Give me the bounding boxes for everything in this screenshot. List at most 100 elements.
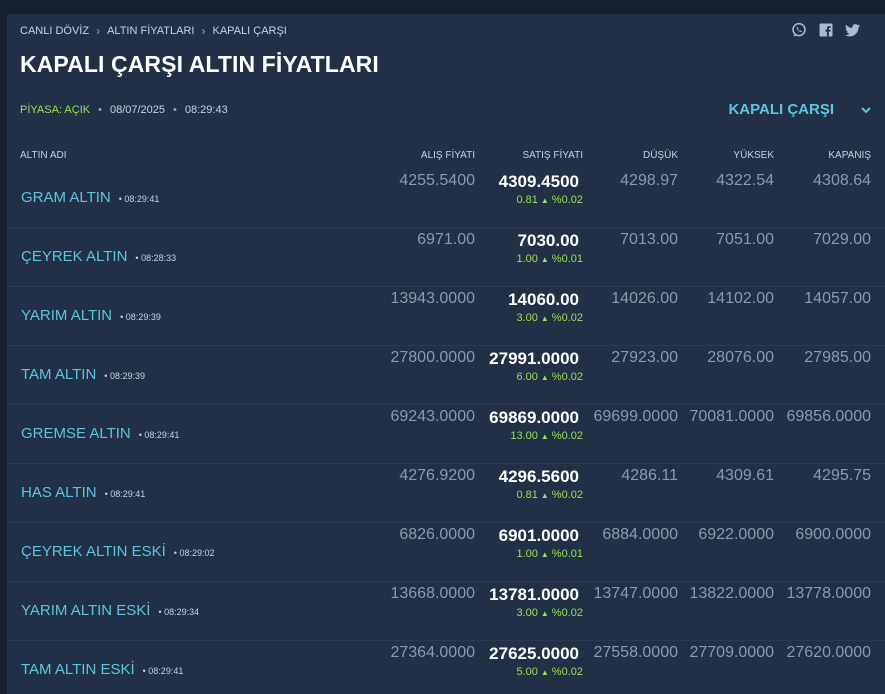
high-price: 14102.00: [707, 290, 774, 307]
update-time: • 08:28:33: [135, 253, 177, 263]
table-row[interactable]: YARIM ALTIN ESKİ • 08:29:34 13668.0000 1…: [7, 582, 885, 641]
arrow-up-icon: ▲: [540, 196, 549, 205]
price-change: 1.00 ▲ %0.01: [516, 253, 583, 265]
change-percent: %0.02: [551, 607, 583, 619]
column-header-low: DÜŞÜK: [642, 150, 678, 161]
change-percent: %0.01: [551, 548, 583, 560]
high-price: 28076.00: [707, 349, 774, 366]
change-value: 3.00: [516, 312, 538, 324]
update-time-value: 08:29:41: [148, 666, 184, 676]
gold-name: YARIM ALTIN ESKİ: [21, 602, 151, 619]
change-percent: %0.02: [551, 312, 583, 324]
high-price: 6922.0000: [698, 526, 774, 543]
gold-name-link[interactable]: ÇEYREK ALTIN • 08:28:33: [21, 248, 176, 265]
arrow-up-icon: ▲: [540, 491, 549, 500]
change-value: 0.81: [516, 194, 538, 206]
table-row[interactable]: TAM ALTIN ESKİ • 08:29:41 27364.0000 276…: [7, 641, 885, 694]
market-select-value: KAPALI ÇARŞI: [728, 101, 834, 118]
sell-price: 7030.00: [517, 231, 579, 250]
arrow-up-icon: ▲: [540, 432, 549, 441]
price-change: 0.81 ▲ %0.02: [516, 194, 583, 206]
high-price: 4309.61: [716, 467, 774, 484]
price-change: 1.00 ▲ %0.01: [516, 548, 583, 560]
sell-price: 27991.0000: [489, 349, 579, 368]
table-row[interactable]: ÇEYREK ALTIN ESKİ • 08:29:02 6826.0000 6…: [7, 523, 885, 582]
change-value: 1.00: [516, 253, 538, 265]
status-time: 08:29:43: [184, 104, 228, 116]
table-row[interactable]: TAM ALTIN • 08:29:39 27800.0000 27991.00…: [7, 346, 885, 405]
price-change: 13.00 ▲ %0.02: [510, 430, 583, 442]
update-time-value: 08:29:39: [109, 371, 145, 381]
change-value: 13.00: [510, 430, 538, 442]
gold-name: YARIM ALTIN: [21, 307, 113, 324]
update-time: • 08:29:02: [173, 548, 215, 558]
breadcrumb: CANLI DÖVİZ › ALTIN FİYATLARI › KAPALI Ç…: [20, 24, 287, 38]
buy-price: 13943.0000: [390, 290, 475, 307]
update-time: • 08:29:39: [104, 371, 145, 381]
gold-name-link[interactable]: GRAM ALTIN • 08:29:41: [21, 189, 159, 206]
update-time-value: 08:29:02: [179, 548, 215, 558]
arrow-up-icon: ▲: [540, 314, 549, 323]
gold-name-link[interactable]: ÇEYREK ALTIN ESKİ • 08:29:02: [21, 543, 214, 560]
buy-price: 69243.0000: [390, 408, 475, 425]
high-price: 27709.0000: [689, 644, 774, 661]
close-price: 69856.0000: [786, 408, 871, 425]
gold-price-table: GRAM ALTIN • 08:29:41 4255.5400 4309.450…: [7, 169, 885, 694]
chevron-down-icon: [861, 106, 871, 113]
sell-price: 69869.0000: [489, 408, 579, 427]
sell-price: 14060.00: [508, 290, 579, 309]
low-price: 69699.0000: [593, 408, 678, 425]
facebook-icon[interactable]: [818, 22, 834, 38]
twitter-icon[interactable]: [845, 22, 861, 38]
gold-name-link[interactable]: GREMSE ALTIN • 08:29:41: [21, 425, 179, 442]
change-percent: %0.02: [551, 489, 583, 501]
gold-name: ÇEYREK ALTIN ESKİ: [21, 543, 166, 560]
breadcrumb-item-gold-prices[interactable]: ALTIN FİYATLARI: [107, 25, 194, 37]
change-percent: %0.02: [551, 194, 583, 206]
price-change: 5.00 ▲ %0.02: [516, 666, 583, 678]
update-time: • 08:29:41: [104, 489, 146, 499]
gold-name-link[interactable]: HAS ALTIN • 08:29:41: [21, 484, 145, 501]
gold-name-link[interactable]: TAM ALTIN • 08:29:39: [21, 366, 145, 383]
whatsapp-icon[interactable]: [791, 22, 807, 38]
price-change: 6.00 ▲ %0.02: [516, 371, 583, 383]
buy-price: 13668.0000: [390, 585, 475, 602]
buy-price: 27364.0000: [390, 644, 475, 661]
gold-name-link[interactable]: YARIM ALTIN ESKİ • 08:29:34: [21, 602, 199, 619]
share-buttons: [791, 22, 861, 38]
high-price: 4322.54: [716, 172, 774, 189]
close-price: 13778.0000: [786, 585, 871, 602]
table-row[interactable]: YARIM ALTIN • 08:29:39 13943.0000 14060.…: [7, 287, 885, 346]
update-time-value: 08:29:41: [144, 430, 180, 440]
close-price: 6900.0000: [795, 526, 871, 543]
low-price: 13747.0000: [593, 585, 678, 602]
gold-name-link[interactable]: TAM ALTIN ESKİ • 08:29:41: [21, 661, 183, 678]
update-time: • 08:29:41: [138, 430, 180, 440]
arrow-up-icon: ▲: [540, 373, 549, 382]
low-price: 27923.00: [611, 349, 678, 366]
sell-price: 4309.4500: [498, 172, 579, 191]
low-price: 7013.00: [620, 231, 678, 248]
table-row[interactable]: GREMSE ALTIN • 08:29:41 69243.0000 69869…: [7, 405, 885, 464]
change-value: 6.00: [516, 371, 538, 383]
market-select-dropdown[interactable]: KAPALI ÇARŞI: [728, 101, 872, 118]
buy-price: 6971.00: [417, 231, 475, 248]
update-time-value: 08:29:39: [125, 312, 161, 322]
market-open-status: PİYASA: AÇIK: [20, 104, 91, 116]
table-row[interactable]: HAS ALTIN • 08:29:41 4276.9200 4296.5600…: [7, 464, 885, 523]
gold-name: GRAM ALTIN: [21, 189, 111, 206]
arrow-up-icon: ▲: [540, 255, 549, 264]
change-value: 5.00: [516, 666, 538, 678]
table-row[interactable]: ÇEYREK ALTIN • 08:28:33 6971.00 7030.00 …: [7, 228, 885, 287]
change-value: 3.00: [516, 607, 538, 619]
breadcrumb-item-live-currency[interactable]: CANLI DÖVİZ: [20, 25, 89, 37]
close-price: 7029.00: [813, 231, 871, 248]
update-time-value: 08:28:33: [141, 253, 177, 263]
gold-name-link[interactable]: YARIM ALTIN • 08:29:39: [21, 307, 161, 324]
price-change: 3.00 ▲ %0.02: [516, 607, 583, 619]
table-row[interactable]: GRAM ALTIN • 08:29:41 4255.5400 4309.450…: [7, 169, 885, 228]
arrow-up-icon: ▲: [540, 609, 549, 618]
arrow-up-icon: ▲: [540, 550, 549, 559]
change-value: 1.00: [516, 548, 538, 560]
column-header-close: KAPANIŞ: [828, 150, 871, 161]
